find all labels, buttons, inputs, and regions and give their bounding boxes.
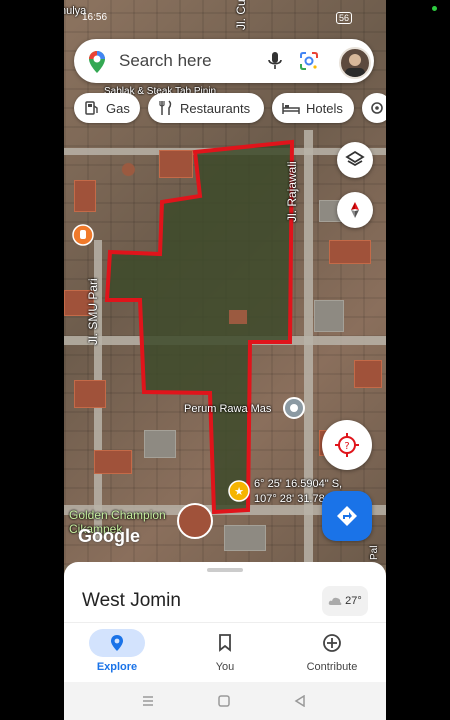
bookmark-icon xyxy=(219,634,231,652)
location-unknown-icon: ? xyxy=(335,433,359,457)
nav-explore[interactable]: Explore xyxy=(72,629,162,673)
nav-you[interactable]: You xyxy=(180,629,270,673)
chip-hotels[interactable]: Hotels xyxy=(272,93,354,123)
microphone-icon[interactable] xyxy=(267,51,283,71)
sheet-drag-handle[interactable] xyxy=(207,568,243,572)
chip-gas-label: Gas xyxy=(106,100,130,116)
chip-hotels-label: Hotels xyxy=(306,100,343,116)
home-icon[interactable] xyxy=(218,695,230,707)
status-bar: 16:56 56 xyxy=(64,4,386,24)
gas-station-icon xyxy=(85,101,98,115)
place-name: West Jomin xyxy=(82,590,181,611)
svg-text:?: ? xyxy=(344,441,349,452)
star-marker-icon[interactable]: ★ xyxy=(228,480,250,502)
more-categories-icon xyxy=(371,102,383,114)
profile-photo xyxy=(345,54,365,77)
nav-contribute-label: Contribute xyxy=(306,661,358,673)
temperature-text: 27° xyxy=(345,595,362,607)
plus-circle-icon xyxy=(323,634,341,652)
compass-icon xyxy=(351,202,359,218)
location-marker-icon[interactable] xyxy=(283,397,305,421)
coordinate-lng: 107° 28' 31.78 xyxy=(254,493,325,505)
road-label-rajawali: Jl. Rajawali xyxy=(285,161,299,222)
svg-text:★: ★ xyxy=(234,485,244,498)
layers-icon xyxy=(345,150,365,167)
search-placeholder[interactable]: Search here xyxy=(119,51,212,71)
camera-indicator-dot xyxy=(432,6,437,11)
coordinate-lat: 6° 25' 16.5904" S, xyxy=(254,478,343,490)
location-pin-icon xyxy=(111,635,123,651)
google-lens-icon[interactable] xyxy=(299,51,319,71)
road-label-pal: Pal xyxy=(369,545,380,560)
battery-indicator: 56 xyxy=(336,12,353,24)
maps-pin-icon xyxy=(89,51,105,73)
layers-button[interactable] xyxy=(337,142,373,178)
building-roof xyxy=(229,310,247,324)
phone-screen: Jl. Rajawali Jl. SMU Pari Jl. Cu nulya P… xyxy=(64,0,386,720)
my-location-button[interactable]: ? xyxy=(322,420,372,470)
compass-button[interactable] xyxy=(337,192,373,228)
chip-restaurants[interactable]: Restaurants xyxy=(148,93,264,123)
fork-knife-icon xyxy=(159,100,172,115)
directions-icon xyxy=(337,506,357,526)
chip-more[interactable] xyxy=(362,93,386,123)
recents-icon[interactable] xyxy=(142,695,154,707)
search-bar[interactable]: Search here xyxy=(74,39,374,83)
chip-gas[interactable]: Gas xyxy=(74,93,140,123)
status-time: 16:56 xyxy=(82,12,108,23)
photo-marker-icon[interactable] xyxy=(177,503,213,539)
directions-button[interactable] xyxy=(322,491,372,541)
nav-explore-label: Explore xyxy=(96,661,138,673)
nav-contribute[interactable]: Contribute xyxy=(287,629,377,673)
bed-icon xyxy=(282,103,300,114)
weather-badge[interactable]: 27° xyxy=(322,586,368,616)
bottom-navigation: Explore You Contribute xyxy=(64,622,386,683)
road-label-smu-pari: Jl. SMU Pari xyxy=(86,278,100,345)
account-avatar[interactable] xyxy=(339,47,371,79)
back-icon[interactable] xyxy=(294,695,306,707)
restaurant-marker-icon[interactable] xyxy=(72,224,94,248)
parcel-polygon xyxy=(104,139,295,515)
system-nav-bar xyxy=(64,682,386,720)
chip-restaurants-label: Restaurants xyxy=(180,100,251,116)
poi-label-perum-rawa-mas[interactable]: Perum Rawa Mas xyxy=(184,403,271,415)
nav-you-label: You xyxy=(215,661,235,673)
cloud-icon xyxy=(328,597,342,605)
satellite-map[interactable]: Jl. Rajawali Jl. SMU Pari Jl. Cu nulya P… xyxy=(64,0,386,565)
google-watermark: Google xyxy=(78,526,140,546)
